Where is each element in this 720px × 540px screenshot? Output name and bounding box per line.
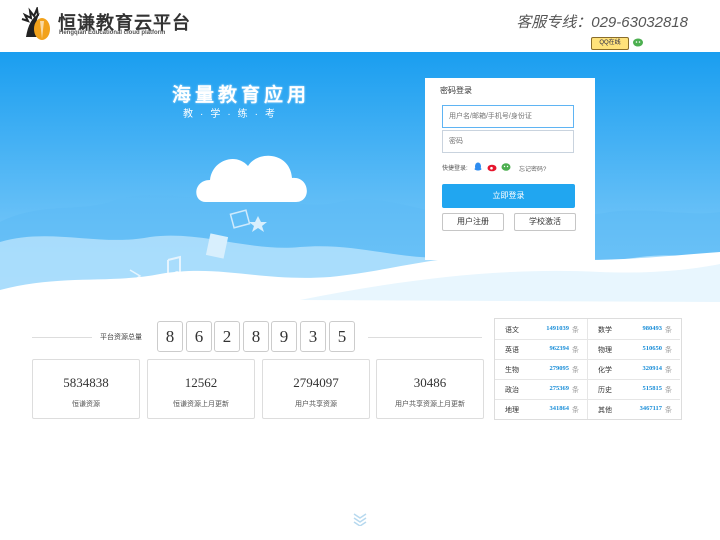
subject-name: 地理 <box>505 407 519 414</box>
banner-sub-slogan: 教·学·练·考 <box>183 109 282 120</box>
subject-unit: 条 <box>572 327 579 334</box>
subject-name: 英语 <box>505 347 519 354</box>
subject-row[interactable]: 数学 980493 条 <box>588 319 680 340</box>
weibo-icon[interactable] <box>487 162 497 172</box>
subject-unit: 条 <box>665 367 672 374</box>
stat-value: 5834838 <box>63 375 109 390</box>
hero-banner <box>0 52 720 302</box>
banner-slogan: 海量教育应用 <box>172 85 311 106</box>
subject-name: 物理 <box>598 347 612 354</box>
subject-name: 生物 <box>505 367 519 374</box>
subject-name: 历史 <box>598 387 612 394</box>
forgot-password-link[interactable]: 忘记密码? <box>519 164 546 173</box>
total-digit: 5 <box>329 321 355 352</box>
subject-name: 政治 <box>505 387 519 394</box>
total-digit: 8 <box>157 321 183 352</box>
scroll-down-icon[interactable] <box>352 512 368 526</box>
stat-card: 5834838 恒谦资源 <box>32 359 140 419</box>
stat-label: 恒谦资源 <box>72 401 100 408</box>
subject-row[interactable]: 其他 3467117 条 <box>588 399 680 419</box>
subject-name: 数学 <box>598 327 612 334</box>
subject-name: 化学 <box>598 367 612 374</box>
banner-background <box>0 52 720 302</box>
subject-name: 语文 <box>505 327 519 334</box>
total-digit: 9 <box>271 321 297 352</box>
subject-count: 320914 <box>642 365 663 372</box>
subject-unit: 条 <box>572 387 579 394</box>
register-button[interactable]: 用户注册 <box>442 213 504 231</box>
subject-row[interactable]: 历史 515815 条 <box>588 379 680 400</box>
password-input[interactable] <box>442 130 574 153</box>
subject-row[interactable]: 语文 1491039 条 <box>495 319 587 340</box>
subject-count: 275369 <box>549 385 570 392</box>
subject-row[interactable]: 生物 279095 条 <box>495 359 587 380</box>
total-digit: 8 <box>243 321 269 352</box>
header: 恒谦教育云平台 Hengqian Educational cloud platf… <box>0 0 720 52</box>
stat-value: 12562 <box>184 375 218 390</box>
total-digit: 2 <box>214 321 240 352</box>
logo-icon[interactable] <box>20 7 54 43</box>
subject-count: 341864 <box>549 405 570 412</box>
qq-icon[interactable] <box>473 162 483 172</box>
stat-label: 用户共享资源上月更新 <box>395 401 465 408</box>
subject-unit: 条 <box>572 367 579 374</box>
subject-name: 其他 <box>598 407 612 414</box>
quick-login-label: 快捷登录: <box>442 166 468 172</box>
subject-row[interactable]: 英语 962394 条 <box>495 339 587 360</box>
username-input[interactable] <box>442 105 574 128</box>
divider <box>368 337 482 338</box>
stat-value: 30486 <box>413 375 447 390</box>
stat-label: 用户共享资源 <box>295 401 337 408</box>
subject-unit: 条 <box>665 387 672 394</box>
school-activate-button[interactable]: 学校激活 <box>514 213 576 231</box>
total-resources-label: 平台资源总量 <box>100 334 142 341</box>
login-button[interactable]: 立即登录 <box>442 184 575 208</box>
stat-label: 恒谦资源上月更新 <box>173 401 229 408</box>
total-digit: 6 <box>186 321 212 352</box>
subject-row[interactable]: 物理 510650 条 <box>588 339 680 360</box>
subject-row[interactable]: 地理 341864 条 <box>495 399 587 419</box>
subject-count: 515815 <box>642 385 663 392</box>
total-digit: 3 <box>300 321 326 352</box>
login-panel: 密码登录 快捷登录: 忘记密码? 立即登录 用户注册 学校激活 <box>425 78 595 260</box>
stat-value: 2794097 <box>293 375 339 390</box>
subject-count: 1491039 <box>546 325 569 332</box>
login-title: 密码登录 <box>440 86 472 95</box>
subject-unit: 条 <box>572 407 579 414</box>
stat-card: 2794097 用户共享资源 <box>262 359 370 419</box>
qq-online-button[interactable]: QQ在线 <box>591 37 629 50</box>
subject-count: 980493 <box>642 325 663 332</box>
subject-unit: 条 <box>665 347 672 354</box>
subject-row[interactable]: 政治 275369 条 <box>495 379 587 400</box>
subject-resource-table: 语文 1491039 条 数学 980493 条 英语 962394 条 物理 … <box>494 318 682 420</box>
subject-count: 962394 <box>549 345 570 352</box>
subject-count: 279095 <box>549 365 570 372</box>
wechat-login-icon[interactable] <box>501 162 511 172</box>
subject-row[interactable]: 化学 320914 条 <box>588 359 680 380</box>
stat-card: 12562 恒谦资源上月更新 <box>147 359 255 419</box>
stat-card: 30486 用户共享资源上月更新 <box>376 359 484 419</box>
hotline-text: 客服专线：029-63032818 <box>516 14 688 31</box>
divider <box>32 337 92 338</box>
subject-count: 510650 <box>642 345 663 352</box>
subject-unit: 条 <box>665 327 672 334</box>
subject-unit: 条 <box>572 347 579 354</box>
subject-unit: 条 <box>665 407 672 414</box>
site-subtitle: Hengqian Educational cloud platform <box>59 30 166 36</box>
subject-count: 3467117 <box>639 405 662 412</box>
wechat-icon[interactable] <box>633 38 644 47</box>
